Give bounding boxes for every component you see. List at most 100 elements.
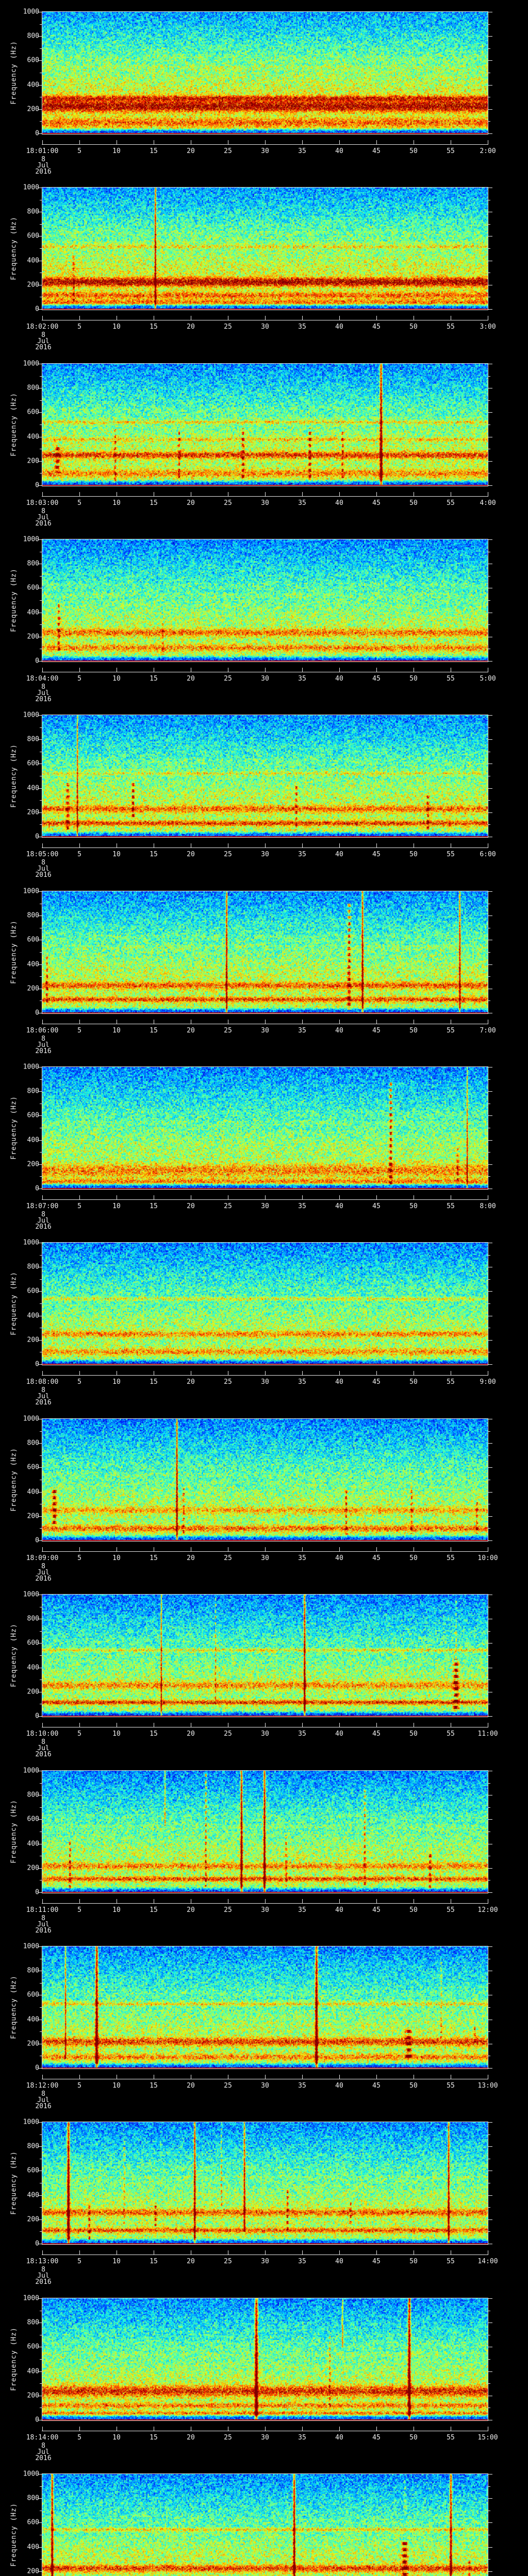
spectrogram-plot-area	[42, 1242, 488, 1365]
y-tick-label: 800	[27, 1263, 39, 1271]
y-major-tick	[488, 661, 492, 662]
x-tick-label: 10	[112, 147, 121, 155]
y-major-tick	[38, 1946, 42, 1947]
y-major-tick	[488, 412, 492, 413]
x-tick-label: 45	[372, 1554, 381, 1562]
date-line: 2016	[35, 2454, 52, 2462]
time-axis-start-label: 18:10:00	[26, 1730, 59, 1738]
y-tick-label: 1000	[23, 711, 39, 719]
y-tick-label: 800	[27, 1791, 39, 1799]
y-major-tick	[38, 1467, 42, 1468]
y-tick-label: 1000	[23, 1590, 39, 1599]
x-tick-label: 20	[187, 1730, 195, 1738]
y-major-tick	[488, 539, 492, 540]
y-major-tick	[488, 964, 492, 965]
x-tick-label: 40	[335, 2082, 343, 2090]
time-axis-line	[42, 496, 488, 497]
x-major-tick	[376, 2250, 377, 2255]
x-major-tick	[79, 492, 80, 496]
spectrogram-panel: Frequency (Hz) 0 200 400 600 800 1000 18:07:00 5…	[0, 1063, 528, 1243]
x-tick-label: 30	[261, 1906, 269, 1914]
time-axis-start-label: 18:05:00	[26, 851, 59, 858]
spectrogram-figure: { "figure": { "description": "Stack of 1…	[0, 0, 528, 2576]
y-tick-label: 800	[27, 1439, 39, 1447]
x-tick-label: 10	[112, 1378, 121, 1386]
y-axis-title: Frequency (Hz)	[10, 568, 18, 632]
y-tick-label: 400	[27, 2015, 39, 2024]
y-major-tick	[38, 2068, 42, 2069]
y-tick-label: 800	[27, 1087, 39, 1095]
spectrogram-plot-area	[42, 2298, 488, 2421]
y-tick-label: 800	[27, 911, 39, 920]
y-tick-label: 600	[27, 584, 39, 592]
x-tick-label: 15	[150, 851, 158, 858]
x-major-tick	[265, 2427, 266, 2431]
x-tick-label: 25	[224, 2258, 232, 2265]
y-minor-tick	[40, 248, 42, 249]
y-minor-tick	[488, 952, 490, 953]
x-tick-label: 5	[77, 1378, 81, 1386]
x-tick-label: 35	[298, 323, 306, 331]
x-tick-label: 15	[150, 1554, 158, 1562]
time-axis-end-label: 7:00	[480, 1027, 496, 1035]
x-tick-label: 40	[335, 1554, 343, 1562]
x-tick-label: 5	[77, 1027, 81, 1035]
y-minor-tick	[40, 600, 42, 601]
y-tick-label: 200	[27, 105, 39, 113]
y-minor-tick	[40, 1176, 42, 1177]
y-minor-tick	[40, 2231, 42, 2232]
x-tick-label: 25	[224, 1202, 232, 1210]
y-major-tick	[488, 1467, 492, 1468]
y-major-tick	[38, 2522, 42, 2523]
y-tick-label: 400	[27, 1488, 39, 1496]
y-minor-tick	[488, 1303, 490, 1304]
x-major-tick	[79, 1371, 80, 1375]
x-tick-label: 55	[447, 1378, 455, 1386]
y-axis-title: Frequency (Hz)	[10, 1448, 18, 1512]
y-major-tick	[488, 2522, 492, 2523]
x-tick-label: 30	[261, 1378, 269, 1386]
y-major-tick	[488, 2474, 492, 2475]
y-tick-label: 400	[27, 608, 39, 617]
x-major-tick	[376, 1899, 377, 1903]
y-major-tick	[488, 1140, 492, 1141]
y-major-tick	[488, 2219, 492, 2220]
x-tick-label: 15	[150, 1730, 158, 1738]
x-tick-label: 30	[261, 1027, 269, 1035]
spectrogram-panel: Frequency (Hz) 0 200 400 600 800 1000 18:01:00 5…	[0, 8, 528, 188]
y-tick-label: 0	[12, 2416, 39, 2424]
x-tick-label: 45	[372, 147, 381, 155]
spectrogram-panel: Frequency (Hz) 0 200 400 600 800 1000 18:03:00 5…	[0, 360, 528, 539]
time-axis-end-label: 3:00	[480, 323, 496, 331]
x-tick-label: 15	[150, 147, 158, 155]
y-tick-label: 0	[12, 130, 39, 138]
y-major-tick	[38, 133, 42, 134]
y-tick-label: 200	[27, 808, 39, 817]
x-major-tick	[42, 1020, 43, 1024]
y-major-tick	[38, 2146, 42, 2147]
x-tick-label: 25	[224, 1027, 232, 1035]
y-tick-label: 1000	[23, 8, 39, 16]
x-tick-label: 40	[335, 147, 343, 155]
y-tick-label: 600	[27, 1287, 39, 1295]
x-tick-label: 50	[409, 675, 418, 683]
x-tick-label: 55	[447, 1906, 455, 1914]
y-major-tick	[488, 715, 492, 716]
y-minor-tick	[488, 1152, 490, 1153]
x-major-tick	[302, 2427, 303, 2431]
x-major-tick	[265, 1547, 266, 1551]
x-tick-label: 45	[372, 851, 381, 858]
y-minor-tick	[40, 2031, 42, 2032]
spectrogram-image	[42, 1595, 488, 1717]
time-axis-start-label: 18:06:00	[26, 1027, 59, 1035]
x-major-tick	[339, 1020, 340, 1024]
y-axis-title: Frequency (Hz)	[10, 1800, 18, 1863]
y-tick-label: 600	[27, 1463, 39, 1471]
y-major-tick	[38, 309, 42, 310]
time-axis-end-label: 11:00	[477, 1730, 498, 1738]
x-tick-label: 45	[372, 499, 381, 507]
x-major-tick	[376, 140, 377, 144]
y-major-tick	[38, 1340, 42, 1341]
x-tick-label: 45	[372, 675, 381, 683]
time-axis-end-label: 5:00	[480, 675, 496, 683]
